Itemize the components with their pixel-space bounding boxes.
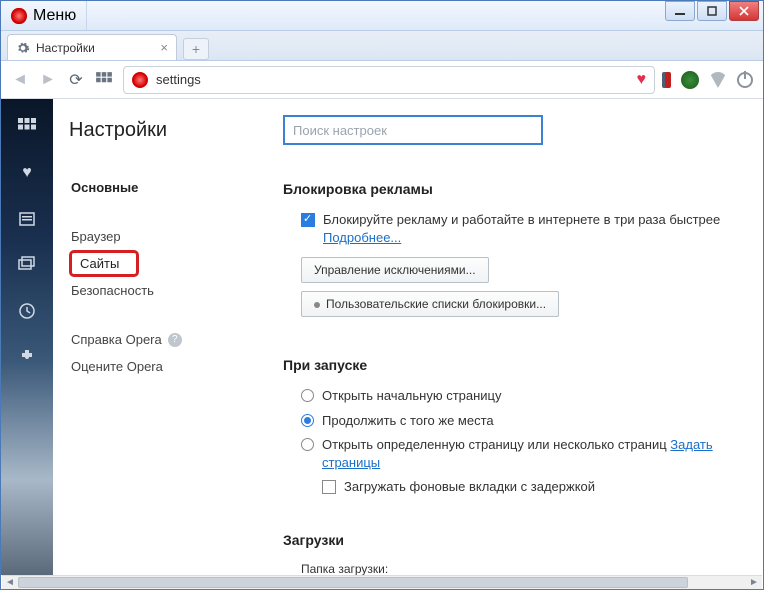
address-bar[interactable]: settings ♥ [123, 66, 655, 94]
settings-search-input[interactable] [283, 115, 543, 145]
tab-strip: Настройки × + [1, 31, 763, 61]
extension-icon[interactable] [665, 72, 671, 88]
window-close-button[interactable] [729, 1, 759, 21]
page-title: Настройки [69, 119, 267, 142]
battery-saver-icon[interactable] [737, 72, 753, 88]
startup-label-continue: Продолжить с того же места [322, 412, 494, 430]
rail-history-icon[interactable] [17, 301, 37, 321]
new-tab-button[interactable]: + [183, 38, 209, 60]
vpn-globe-icon[interactable] [681, 71, 699, 89]
gear-icon [16, 41, 30, 55]
nav-browser[interactable]: Браузер [69, 223, 267, 250]
speed-dial-icon[interactable] [95, 71, 113, 89]
adblock-custom-lists-button[interactable]: Пользовательские списки блокировки... [301, 291, 559, 317]
nav-forward-icon[interactable]: ► [39, 71, 57, 89]
adblock-manage-exceptions-button[interactable]: Управление исключениями... [301, 257, 489, 283]
scroll-left-arrow-icon[interactable]: ◄ [2, 576, 18, 589]
nav-rate[interactable]: Оцените Opera [69, 353, 267, 380]
startup-label-specific: Открыть определенную страницу или нескол… [322, 437, 670, 452]
downloads-folder-label: Папка загрузки: [301, 562, 745, 575]
opera-badge-icon [132, 72, 148, 88]
rail-bookmarks-icon[interactable]: ♥ [17, 163, 37, 183]
startup-delay-checkbox[interactable] [322, 480, 336, 494]
toolbar-right-icons [665, 71, 753, 89]
menu-label: Меню [33, 7, 76, 25]
settings-main: Блокировка рекламы Блокируйте рекламу и … [283, 99, 763, 575]
reload-icon[interactable]: ⟳ [67, 71, 85, 89]
rail-tabs-icon[interactable] [17, 255, 37, 275]
startup-heading: При запуске [283, 357, 745, 373]
window-maximize-button[interactable] [697, 1, 727, 21]
help-icon: ? [168, 333, 182, 347]
startup-delay-label: Загружать фоновые вкладки с задержкой [344, 478, 595, 496]
section-adblock: Блокировка рекламы Блокируйте рекламу и … [283, 181, 745, 321]
rail-extensions-icon[interactable] [17, 347, 37, 367]
rail-news-icon[interactable] [17, 209, 37, 229]
adblock-enable-label: Блокируйте рекламу и работайте в интерне… [323, 212, 720, 227]
settings-nav: Настройки Основные Браузер Сайты Безопас… [53, 99, 283, 575]
window-titlebar: Меню [1, 1, 763, 31]
scroll-thumb[interactable] [18, 577, 688, 588]
opera-menu-button[interactable]: Меню [1, 1, 87, 30]
bookmark-heart-icon[interactable]: ♥ [637, 71, 647, 89]
horizontal-scrollbar[interactable]: ◄ ► [2, 575, 762, 589]
address-text: settings [156, 72, 201, 87]
adblock-learn-more-link[interactable]: Подробнее... [323, 230, 401, 245]
startup-radio-startpage[interactable] [301, 389, 314, 402]
nav-back-icon[interactable]: ◄ [11, 71, 29, 89]
startup-radio-continue[interactable] [301, 414, 314, 427]
tab-title: Настройки [36, 41, 95, 55]
nav-help[interactable]: Справка Opera? [69, 326, 267, 353]
rail-speed-dial-icon[interactable] [17, 117, 37, 137]
adblock-enable-checkbox[interactable] [301, 213, 315, 227]
tab-close-icon[interactable]: × [160, 40, 168, 55]
startup-radio-specific[interactable] [301, 438, 314, 451]
adblock-heading: Блокировка рекламы [283, 181, 745, 197]
adblock-shield-icon[interactable] [709, 72, 727, 88]
opera-logo-icon [11, 8, 27, 24]
nav-sites[interactable]: Сайты [69, 250, 139, 277]
section-startup: При запуске Открыть начальную страницу П… [283, 357, 745, 496]
section-downloads: Загрузки Папка загрузки: Изменить... [283, 532, 745, 575]
nav-security[interactable]: Безопасность [69, 277, 267, 304]
tab-settings[interactable]: Настройки × [7, 34, 177, 60]
bullet-icon [314, 302, 320, 308]
toolbar: ◄ ► ⟳ settings ♥ [1, 61, 763, 99]
scroll-track[interactable] [18, 576, 746, 589]
window-minimize-button[interactable] [665, 1, 695, 21]
scroll-right-arrow-icon[interactable]: ► [746, 576, 762, 589]
nav-basic[interactable]: Основные [69, 174, 267, 201]
startup-label-startpage: Открыть начальную страницу [322, 387, 502, 405]
downloads-heading: Загрузки [283, 532, 745, 548]
sidebar-rail: ♥ [1, 99, 53, 575]
